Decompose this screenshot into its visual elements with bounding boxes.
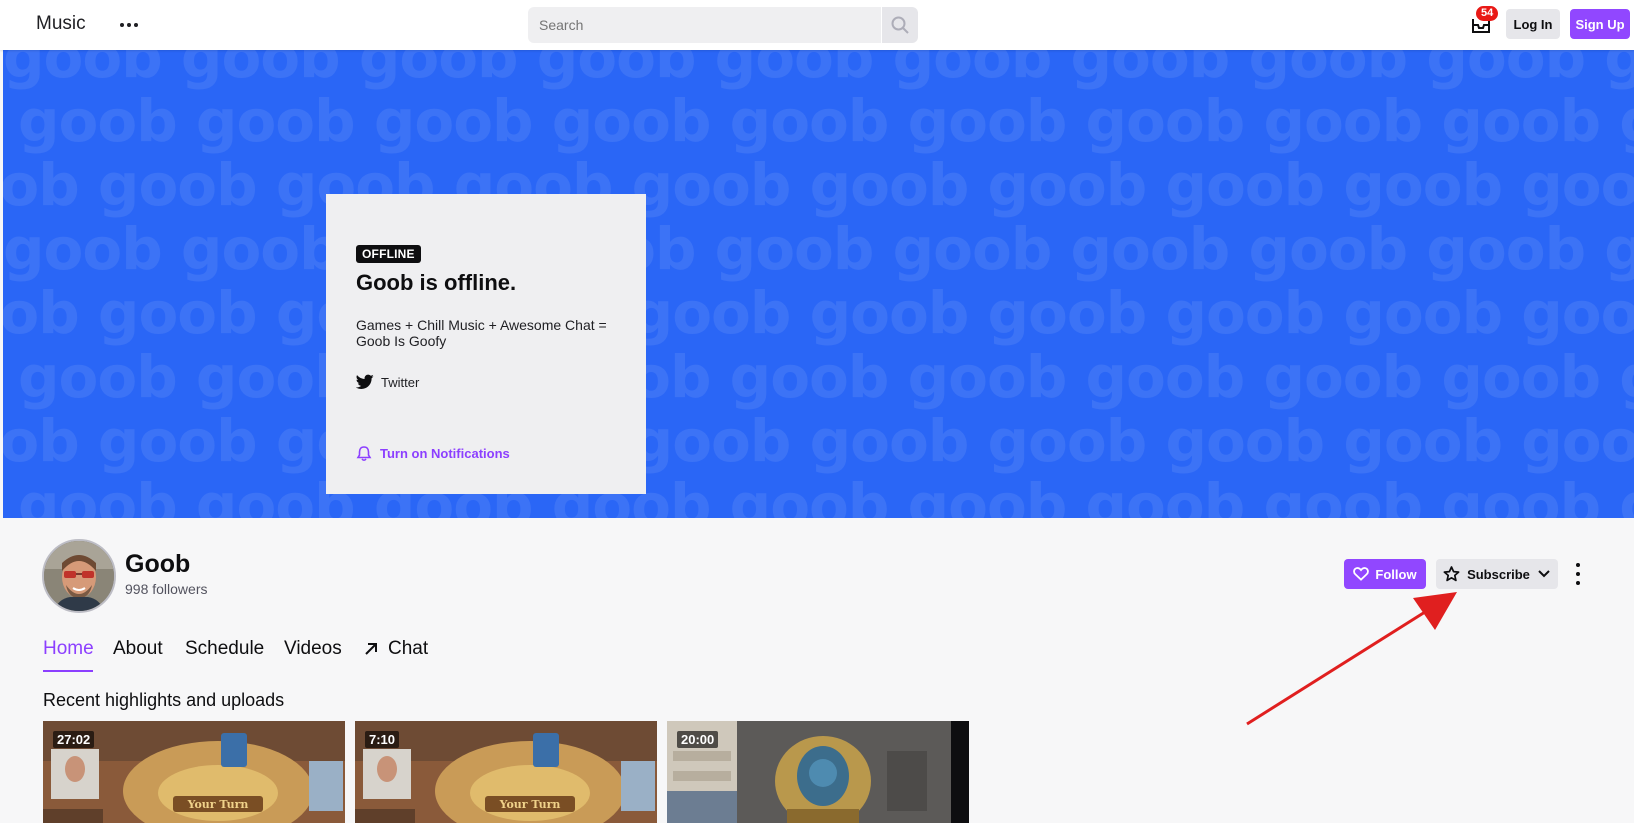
brand-link[interactable]: Music <box>36 13 86 35</box>
video-thumbnail[interactable]: 20:00 <box>667 721 969 823</box>
search-icon <box>891 16 909 34</box>
banner-pattern-row: goob goob goob goob goob goob goob goob … <box>3 407 1634 475</box>
offline-status-badge: OFFLINE <box>356 245 421 263</box>
channel-name: Goob <box>125 550 191 578</box>
subscribe-button[interactable]: Subscribe <box>1436 559 1558 589</box>
channel-description: Games + Chill Music + Awesome Chat = Goo… <box>356 317 607 349</box>
tab-videos[interactable]: Videos <box>284 638 342 660</box>
subscribe-label: Subscribe <box>1467 566 1530 582</box>
video-duration: 20:00 <box>677 731 719 748</box>
highlights-heading: Recent highlights and uploads <box>43 690 285 710</box>
video-thumbnail[interactable]: Your Turn 7:10 <box>355 721 657 823</box>
search-input[interactable] <box>528 7 882 43</box>
svg-text:Your Turn: Your Turn <box>499 798 561 811</box>
heart-icon <box>1353 567 1370 581</box>
tab-home[interactable]: Home <box>43 638 94 660</box>
banner-pattern-row: goob goob goob goob goob goob goob goob … <box>3 151 1634 219</box>
turn-on-notifications-button[interactable]: Turn on Notifications <box>356 445 510 462</box>
banner-pattern-row: goob goob goob goob goob goob goob goob … <box>3 50 1634 91</box>
tab-chat-label: Chat <box>388 638 429 659</box>
follow-button[interactable]: Follow <box>1344 559 1426 589</box>
twitter-label: Twitter <box>381 374 420 390</box>
inbox-count-badge: 54 <box>1476 6 1499 21</box>
twitter-icon <box>356 374 374 389</box>
more-menu-icon[interactable] <box>118 15 140 35</box>
offline-banner: goob goob goob goob goob goob goob goob … <box>3 50 1634 518</box>
chevron-down-icon <box>1538 570 1550 578</box>
login-button[interactable]: Log In <box>1506 9 1560 39</box>
notifications-label: Turn on Notifications <box>380 446 510 461</box>
offline-card: OFFLINE Goob is offline. Games + Chill M… <box>326 194 646 494</box>
video-thumbnail[interactable]: Your Turn 27:02 <box>43 721 345 823</box>
top-nav: Music 54 Log In Sign Up <box>0 0 1634 50</box>
star-icon <box>1443 566 1460 582</box>
video-duration: 7:10 <box>365 731 400 748</box>
tab-chat[interactable]: Chat <box>364 638 428 660</box>
banner-pattern-row: goob goob goob goob goob goob goob goob … <box>18 343 1634 411</box>
follower-count: 998 followers <box>125 581 208 597</box>
follow-label: Follow <box>1375 566 1417 582</box>
video-duration: 27:02 <box>53 731 95 748</box>
search-bar <box>528 7 918 43</box>
svg-text:Your Turn: Your Turn <box>187 798 249 811</box>
tab-about[interactable]: About <box>113 638 163 660</box>
annotation-arrow <box>1246 592 1457 726</box>
search-button[interactable] <box>882 7 918 43</box>
bell-icon <box>356 446 372 462</box>
channel-more-options-icon[interactable] <box>1574 563 1582 585</box>
tab-schedule[interactable]: Schedule <box>185 638 264 660</box>
banner-pattern-row: goob goob goob goob goob goob goob goob … <box>18 471 1634 518</box>
banner-pattern-row: goob goob goob goob goob goob goob goob … <box>3 279 1634 347</box>
external-arrow-icon <box>365 643 377 655</box>
signup-button[interactable]: Sign Up <box>1570 9 1630 39</box>
twitter-link[interactable]: Twitter <box>356 374 419 390</box>
offline-title: Goob is offline. <box>356 270 517 295</box>
hearthstone-board-image: Your Turn <box>355 721 657 823</box>
banner-pattern-row: goob goob goob goob goob goob goob goob … <box>3 215 1634 283</box>
banner-pattern-row: goob goob goob goob goob goob goob goob … <box>18 87 1634 155</box>
active-tab-indicator <box>43 670 93 672</box>
avatar-image <box>44 541 114 611</box>
avatar[interactable] <box>42 539 116 613</box>
